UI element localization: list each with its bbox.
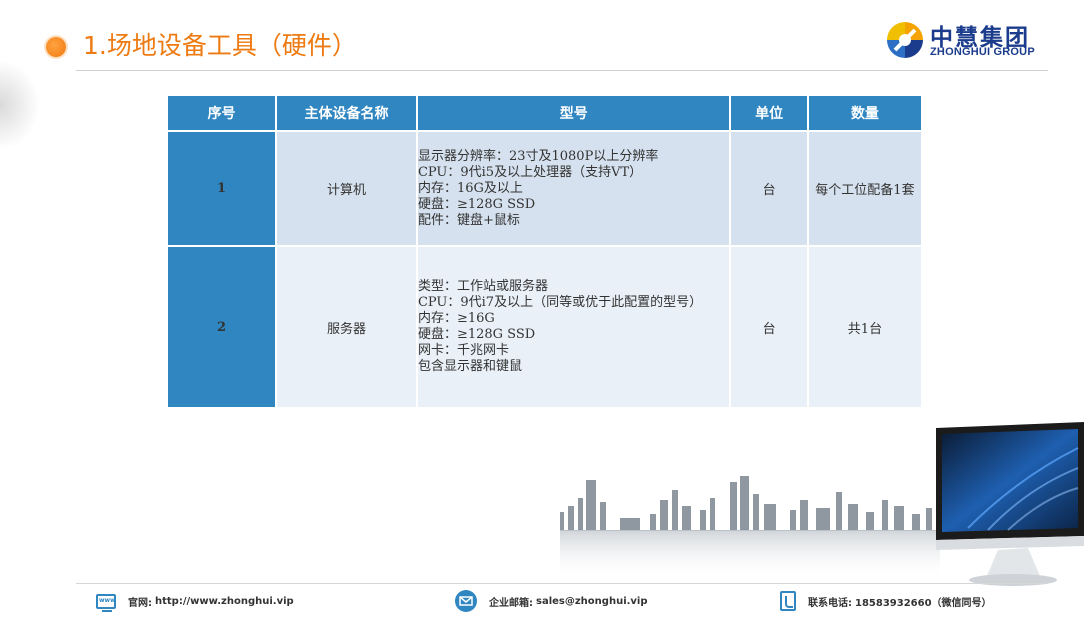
model-line: 类型：工作站或服务器	[417, 279, 548, 294]
logo-mark-icon	[887, 22, 923, 58]
model-spec: 类型：工作站或服务器 CPU：9代i7及以上（同等或优于此配置的型号） 内存：≥…	[415, 245, 732, 409]
model-line: CPU：9代i7及以上（同等或优于此配置的型号）	[417, 295, 703, 310]
table-row: 1 计算机 显示器分辨率：23寸及1080P以上分辨率 CPU：9代i5及以上处…	[165, 130, 924, 247]
city-skyline-decoration	[560, 476, 940, 580]
column-header-unit: 单位	[729, 94, 809, 132]
footer-phone: 联系电话: 18583932660（微信同号）	[780, 590, 992, 612]
title-divider	[76, 70, 1048, 71]
logo-name-en: ZHONGHUI GROUP	[930, 46, 1035, 58]
website-label: 官网:	[128, 597, 152, 609]
page-title: 1.场地设备工具（硬件）	[83, 31, 357, 60]
monitor-decoration	[936, 422, 1084, 586]
website-link[interactable]: http://www.zhonghui.vip	[155, 596, 294, 607]
footer-website: www 官网: http://www.zhonghui.vip	[96, 590, 294, 612]
equipment-table: 序号 主体设备名称 型号 单位 数量 1 计算机 显示器分辨率：23寸及1080…	[165, 94, 924, 409]
equipment-name: 计算机	[275, 130, 418, 247]
email-label: 企业邮箱:	[489, 597, 533, 609]
model-line: 显示器分辨率：23寸及1080P以上分辨率	[417, 148, 659, 164]
model-line: 硬盘：≥128G SSD	[417, 196, 536, 212]
column-header-model: 型号	[415, 94, 732, 132]
column-header-number: 序号	[165, 94, 278, 132]
email-link[interactable]: sales@zhonghui.vip	[536, 596, 648, 607]
footer-divider	[76, 583, 1048, 584]
equipment-name: 服务器	[275, 245, 418, 409]
model-line: 内存：≥16G	[417, 311, 495, 326]
phone-icon	[780, 591, 796, 611]
email-icon	[455, 590, 477, 612]
column-header-quantity: 数量	[806, 94, 924, 132]
model-line: 配件：键盘+鼠标	[417, 212, 520, 228]
table-row: 2 服务器 类型：工作站或服务器 CPU：9代i7及以上（同等或优于此配置的型号…	[165, 245, 924, 409]
slide: 1.场地设备工具（硬件） 中慧集团 ZHONGHUI GROUP 序号 主体设备…	[0, 0, 1092, 620]
unit-cell: 台	[729, 130, 809, 247]
model-line: CPU：9代i5及以上处理器（支持VT）	[417, 164, 643, 180]
footer-email: 企业邮箱: sales@zhonghui.vip	[455, 590, 648, 612]
model-line: 包含显示器和键鼠	[417, 359, 522, 374]
website-icon: www	[96, 593, 116, 612]
decorative-shadow	[0, 60, 40, 150]
model-line: 网卡：千兆网卡	[417, 343, 509, 358]
quantity-cell: 共1台	[806, 245, 924, 409]
unit-cell: 台	[729, 245, 809, 409]
model-spec: 显示器分辨率：23寸及1080P以上分辨率 CPU：9代i5及以上处理器（支持V…	[415, 130, 732, 247]
phone-label: 联系电话:	[808, 597, 852, 609]
title-bullet-icon	[46, 37, 66, 57]
phone-number[interactable]: 18583932660（微信同号）	[855, 594, 992, 609]
company-logo: 中慧集团 ZHONGHUI GROUP	[883, 16, 1053, 64]
row-number: 1	[165, 130, 278, 247]
column-header-equipment-name: 主体设备名称	[275, 94, 418, 132]
quantity-cell: 每个工位配备1套	[806, 130, 924, 247]
table-header-row: 序号 主体设备名称 型号 单位 数量	[165, 94, 924, 132]
model-line: 内存：16G及以上	[417, 180, 523, 196]
model-line: 硬盘：≥128G SSD	[417, 327, 536, 342]
row-number: 2	[165, 245, 278, 409]
